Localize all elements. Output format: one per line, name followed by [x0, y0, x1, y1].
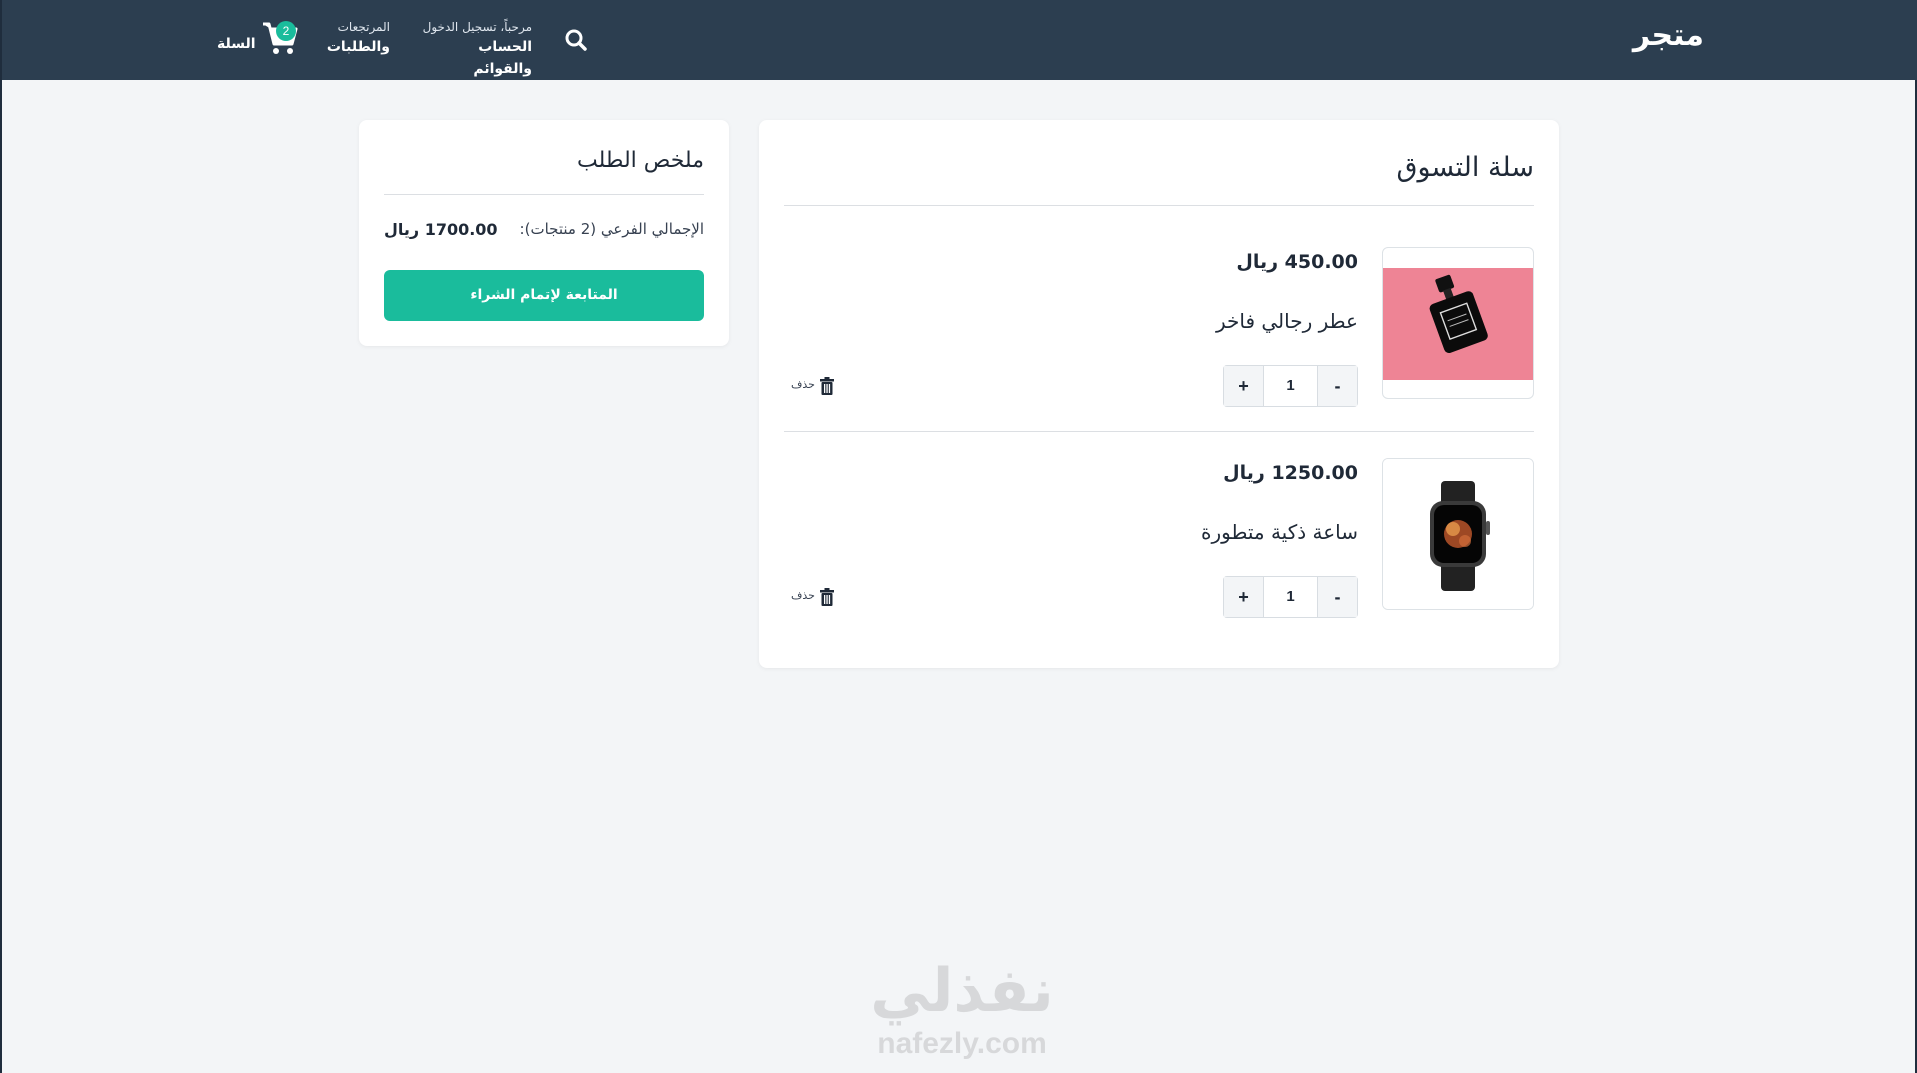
perfume-bottle-image [1383, 268, 1533, 380]
item-name[interactable]: عطر رجالي فاخر [1216, 309, 1358, 333]
cart-label: السلة [217, 36, 256, 52]
divider [384, 194, 704, 195]
quantity-stepper: + 1 - [1223, 365, 1358, 407]
search-icon [565, 29, 587, 51]
account-lists-label: الحساب والقوائم [473, 39, 532, 77]
delete-label: حذف [791, 589, 815, 602]
returns-label: المرتجعات [337, 20, 390, 34]
summary-title: ملخص الطلب [577, 148, 704, 173]
cart-link[interactable]: 2 السلة [217, 18, 302, 62]
divider [784, 205, 1534, 206]
shopping-cart-panel: سلة التسوق 450.00 ريال عطر رجالي فاخر + … [759, 120, 1559, 668]
quantity-value[interactable]: 1 [1264, 577, 1317, 617]
delete-label: حذف [791, 378, 815, 391]
quantity-value[interactable]: 1 [1264, 366, 1317, 406]
account-menu[interactable]: مرحباً، تسجيل الدخول الحساب والقوائم [422, 18, 532, 80]
cart-title: سلة التسوق [1396, 152, 1534, 183]
item-price: 1250.00 ريال [1223, 462, 1358, 484]
product-image[interactable] [1382, 247, 1534, 399]
returns-orders-link[interactable]: المرتجعات والطلبات [326, 18, 390, 58]
trash-icon [820, 377, 834, 395]
account-greeting: مرحباً، تسجيل الدخول [422, 20, 532, 34]
item-price: 450.00 ريال [1236, 251, 1358, 273]
brand-logo[interactable]: متجر [1633, 18, 1704, 53]
increase-quantity-button[interactable]: + [1224, 366, 1264, 406]
item-name[interactable]: ساعة ذكية متطورة [1201, 520, 1358, 544]
decrease-quantity-button[interactable]: - [1317, 366, 1357, 406]
cart-item: 450.00 ريال عطر رجالي فاخر + 1 - حذف [784, 247, 1534, 417]
cart-count-badge: 2 [276, 21, 296, 41]
watermark: نفذلي nafezly.com [852, 955, 1072, 1070]
watermark-arabic: نفذلي [870, 956, 1054, 1026]
watermark-latin: nafezly.com [877, 1027, 1047, 1060]
decrease-quantity-button[interactable]: - [1317, 577, 1357, 617]
smartwatch-image [1383, 459, 1533, 609]
subtotal-label: الإجمالي الفرعي (2 منتجات): [519, 220, 704, 238]
cart-item: 1250.00 ريال ساعة ذكية متطورة + 1 - حذف [784, 458, 1534, 628]
top-navbar: متجر مرحباً، تسجيل الدخول الحساب والقوائ… [2, 0, 1917, 80]
subtotal-value: 1700.00 ريال [384, 220, 498, 239]
item-divider [784, 431, 1534, 432]
orders-label: والطلبات [326, 39, 390, 55]
trash-icon [820, 588, 834, 606]
increase-quantity-button[interactable]: + [1224, 577, 1264, 617]
checkout-button[interactable]: المتابعة لإتمام الشراء [384, 270, 704, 321]
search-button[interactable] [564, 28, 588, 52]
page-frame: متجر مرحباً، تسجيل الدخول الحساب والقوائ… [0, 0, 1917, 1073]
product-image[interactable] [1382, 458, 1534, 610]
quantity-stepper: + 1 - [1223, 576, 1358, 618]
order-summary-panel: ملخص الطلب الإجمالي الفرعي (2 منتجات): 1… [359, 120, 729, 346]
